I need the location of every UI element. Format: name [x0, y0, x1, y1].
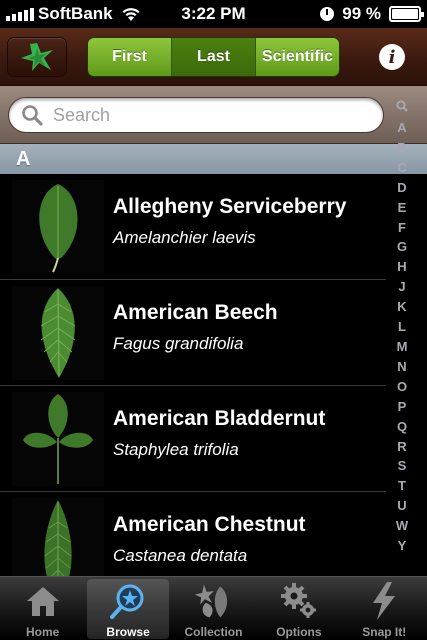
tab-bar: Home Browse Collection Options Snap It! [0, 576, 427, 640]
index-letter[interactable]: Y [398, 536, 407, 556]
status-right: 99 % [320, 4, 424, 24]
scientific-name: Fagus grandifolia [113, 334, 244, 353]
sort-scientific-button[interactable]: Scientific [256, 38, 339, 76]
tab-label: Options [276, 625, 322, 639]
collection-icon [195, 584, 228, 618]
index-letter[interactable]: P [398, 397, 407, 417]
sort-segmented-control: First Last Scientific [87, 37, 340, 77]
index-letter[interactable]: D [397, 178, 406, 198]
tab-browse[interactable]: Browse [85, 577, 170, 640]
tab-options[interactable]: Options [256, 577, 341, 640]
index-letter[interactable]: R [397, 437, 406, 457]
sort-first-button[interactable]: First [88, 38, 172, 76]
tab-label: Snap It! [362, 625, 407, 639]
index-letter[interactable]: G [397, 237, 407, 257]
app-logo-button[interactable] [7, 37, 67, 77]
tab-label: Collection [184, 625, 243, 639]
battery-icon [389, 6, 424, 22]
info-icon[interactable]: i [379, 44, 405, 70]
index-letter[interactable]: N [397, 357, 406, 377]
leaf-thumbnail [12, 180, 104, 274]
sort-last-button[interactable]: Last [172, 38, 256, 76]
species-row[interactable]: American Chestnut Castanea dentata [0, 492, 386, 576]
search-bar [0, 86, 427, 144]
index-letter[interactable]: U [397, 496, 406, 516]
navigation-bar: First Last Scientific i [0, 28, 427, 86]
common-name: Allegheny Serviceberry [113, 195, 347, 218]
index-letter[interactable]: Q [397, 417, 407, 437]
battery-fill [392, 9, 418, 19]
index-letter[interactable]: H [397, 257, 406, 277]
trifoliate-leaf-icon [23, 394, 93, 484]
index-letter[interactable]: F [398, 218, 406, 238]
battery-percent: 99 % [342, 4, 381, 23]
leaf-star-logo-icon [21, 43, 53, 71]
index-letter[interactable]: E [398, 198, 407, 218]
scientific-name: Castanea dentata [113, 546, 248, 565]
home-icon [26, 587, 59, 616]
common-name: American Beech [113, 301, 278, 324]
status-bar: SoftBank 3:22 PM 99 % [0, 0, 427, 28]
index-letter[interactable]: T [398, 476, 406, 496]
index-letter[interactable]: K [397, 297, 406, 317]
species-list[interactable]: Allegheny Serviceberry Amelanchier laevi… [0, 174, 386, 576]
index-letter[interactable]: S [398, 456, 407, 476]
index-letter[interactable]: L [398, 317, 406, 337]
tab-label: Browse [106, 625, 150, 639]
species-row[interactable]: American Beech Fagus grandifolia [0, 280, 386, 386]
scientific-name: Staphylea trifolia [113, 440, 239, 459]
alarm-clock-icon [320, 7, 335, 21]
index-letter[interactable]: M [397, 337, 408, 357]
leaf-thumbnail [12, 286, 104, 380]
search-field[interactable] [8, 97, 384, 133]
gears-icon [280, 583, 316, 618]
species-row[interactable]: Allegheny Serviceberry Amelanchier laevi… [0, 174, 386, 280]
tab-snap-it[interactable]: Snap It! [342, 577, 427, 640]
index-letter[interactable]: J [398, 277, 405, 297]
elliptic-leaf-icon [40, 288, 76, 378]
search-input[interactable] [53, 104, 353, 126]
leaf-thumbnail [12, 498, 104, 576]
tab-label: Home [26, 625, 60, 639]
lanceolate-leaf-icon [44, 500, 72, 576]
common-name: American Chestnut [113, 513, 306, 536]
index-letter[interactable]: O [397, 377, 407, 397]
index-search-icon[interactable] [396, 100, 408, 112]
index-letter[interactable]: W [396, 516, 408, 536]
lightning-icon [373, 582, 396, 620]
scientific-name: Amelanchier laevis [113, 228, 256, 247]
search-icon [22, 105, 43, 126]
tab-collection[interactable]: Collection [171, 577, 256, 640]
section-header: A [0, 144, 427, 174]
index-letter[interactable]: A [397, 118, 406, 138]
leaf-thumbnail [12, 392, 104, 486]
tab-home[interactable]: Home [0, 577, 85, 640]
alphabet-index[interactable]: ABCDEFGHJKLMNOPQRSTUWY [389, 100, 415, 556]
index-letter[interactable]: C [397, 158, 406, 178]
species-row[interactable]: American Bladdernut Staphylea trifolia [0, 386, 386, 492]
common-name: American Bladdernut [113, 407, 326, 430]
oval-leaf-icon [39, 184, 78, 273]
browse-icon [110, 584, 144, 619]
index-letter[interactable]: B [397, 138, 406, 158]
